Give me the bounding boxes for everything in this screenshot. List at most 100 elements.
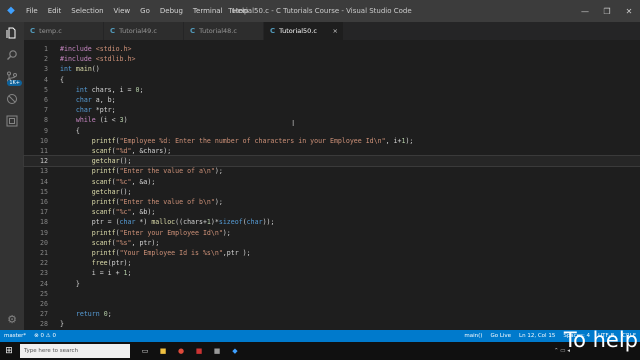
menu-file[interactable]: File xyxy=(21,7,43,15)
line-number: 22 xyxy=(40,259,48,268)
window-controls: — ❐ ✕ xyxy=(574,7,640,16)
menu-go[interactable]: Go xyxy=(135,7,155,15)
code-line[interactable]: 13 printf("Enter the value of a\n"); xyxy=(24,166,640,176)
line-number: 10 xyxy=(40,136,48,145)
restore-button[interactable]: ❐ xyxy=(596,7,618,16)
code-line[interactable]: 25 xyxy=(24,289,640,299)
search-icon[interactable] xyxy=(0,44,24,66)
menu-view[interactable]: View xyxy=(109,7,136,15)
code-line[interactable]: 6 char a, b; xyxy=(24,95,640,105)
code-text: } xyxy=(60,320,64,329)
status-bar: master* ⊗ 0 ⚠ 0 main() Go Live Ln 12, Co… xyxy=(0,330,640,342)
problems-indicator[interactable]: ⊗ 0 ⚠ 0 xyxy=(30,333,60,339)
code-line[interactable]: 8 while (i < 3) xyxy=(24,115,640,125)
menu-bar: File Edit Selection View Go Debug Termin… xyxy=(21,7,253,15)
app-icon[interactable]: ■ xyxy=(190,347,208,355)
tab-temp-c[interactable]: C temp.c xyxy=(24,22,104,40)
code-line[interactable]: 28} xyxy=(24,319,640,329)
code-text: int chars, i = 0; xyxy=(75,85,144,94)
windows-taskbar: ⊞ Type here to search ▭ ■ ● ■ ■ ◆ ⌃ ▭ ◂ xyxy=(0,342,640,360)
vscode-taskbar-icon[interactable]: ◆ xyxy=(226,347,244,355)
code-text: #include <stdlib.h> xyxy=(60,55,136,64)
tab-tutorial48-c[interactable]: C Tutorial48.c xyxy=(184,22,264,40)
line-number: 25 xyxy=(40,289,48,298)
cursor-position[interactable]: Ln 12, Col 15 xyxy=(515,333,559,339)
code-text: i = i + 1; xyxy=(60,269,132,278)
file-explorer-icon[interactable]: ■ xyxy=(154,347,172,355)
code-line[interactable]: 3 int main() xyxy=(24,64,640,74)
line-number: 15 xyxy=(40,187,48,196)
line-number: 4 xyxy=(44,75,48,84)
code-line[interactable]: 14 scanf("%c", &a); xyxy=(24,177,640,187)
current-function: main() xyxy=(464,333,483,339)
code-editor[interactable]: 1 #include <stdio.h> 2 #include <stdlib.h> 3… xyxy=(23,40,640,330)
vscode-logo-icon: ◆ xyxy=(7,5,15,16)
go-live-button[interactable]: Go Live xyxy=(486,333,515,339)
code-line[interactable]: 22 free(ptr); xyxy=(24,258,640,268)
code-line[interactable]: 1 #include <stdio.h> xyxy=(24,44,640,54)
code-text: free(ptr); xyxy=(91,259,132,268)
line-number: 20 xyxy=(40,238,48,247)
text-cursor-icon: I xyxy=(292,119,295,128)
line-number: 9 xyxy=(44,126,48,135)
explorer-icon[interactable] xyxy=(0,22,24,44)
code-text: printf("Enter the value of b\n"); xyxy=(91,198,223,206)
line-number: 19 xyxy=(40,228,48,237)
code-line[interactable]: 23 i = i + 1; xyxy=(24,268,640,278)
code-line[interactable]: 27 return 0; xyxy=(24,309,640,319)
line-number: 8 xyxy=(44,116,48,125)
code-text: scanf("%d", &chars); xyxy=(91,147,172,155)
extensions-icon[interactable] xyxy=(0,110,24,132)
code-text: int main() xyxy=(60,65,100,74)
settings-gear-icon[interactable]: ⚙ xyxy=(0,313,24,326)
code-line[interactable]: 4{ xyxy=(24,75,640,85)
code-line[interactable]: 21 printf("Your Employee Id is %s\n",ptr… xyxy=(24,248,640,258)
code-line[interactable]: 12 getchar(); xyxy=(23,155,640,168)
menu-edit[interactable]: Edit xyxy=(43,7,67,15)
taskbar-apps: ▭ ■ ● ■ ■ ◆ xyxy=(136,347,244,355)
debug-icon[interactable] xyxy=(0,88,24,110)
task-view-icon[interactable]: ▭ xyxy=(136,347,154,355)
line-number: 6 xyxy=(44,96,48,104)
minimize-button[interactable]: — xyxy=(574,7,596,16)
code-line[interactable]: 15 getchar(); xyxy=(24,187,640,197)
code-line[interactable]: 5 int chars, i = 0; xyxy=(24,85,640,95)
code-line[interactable]: 18 ptr = (char *) malloc((chars+1)*sizeo… xyxy=(24,217,640,227)
code-line[interactable]: 7 char *ptr; xyxy=(24,105,640,115)
code-line[interactable]: 24 } xyxy=(24,279,640,289)
line-number: 5 xyxy=(44,85,48,94)
code-text: { xyxy=(60,75,64,84)
code-line[interactable]: 11 scanf("%d", &chars); xyxy=(24,146,640,156)
close-tab-icon[interactable]: × xyxy=(333,27,338,35)
c-file-icon: C xyxy=(110,27,116,35)
code-line[interactable]: 19 printf("Enter your Employee Id\n"); xyxy=(24,228,640,238)
activity-bar: 1K+ ⚙ xyxy=(0,22,24,330)
line-number: 2 xyxy=(44,55,48,64)
code-line[interactable]: 17 scanf("%c", &b); xyxy=(24,207,640,217)
menu-debug[interactable]: Debug xyxy=(155,7,188,15)
code-text: printf("Employee %d: Enter the number of… xyxy=(91,136,414,145)
tab-tutorial49-c[interactable]: C Tutorial49.c xyxy=(104,22,184,40)
code-line[interactable]: 9 { xyxy=(24,126,640,136)
menu-selection[interactable]: Selection xyxy=(66,7,108,15)
code-text: scanf("%c", &a); xyxy=(91,177,156,186)
menu-help[interactable]: Help xyxy=(228,7,254,15)
close-button[interactable]: ✕ xyxy=(618,7,640,16)
chrome-icon[interactable]: ● xyxy=(172,347,190,355)
line-number: 7 xyxy=(44,106,48,115)
tab-tutorial50-c[interactable]: C Tutorial50.c × xyxy=(264,22,344,40)
branch-indicator[interactable]: master* xyxy=(0,333,30,339)
code-line[interactable]: 16 printf("Enter the value of b\n"); xyxy=(24,197,640,207)
menu-terminal[interactable]: Terminal xyxy=(188,7,228,15)
code-line[interactable]: 26 xyxy=(24,299,640,309)
source-control-icon[interactable]: 1K+ xyxy=(0,66,24,88)
code-line[interactable]: 10 printf("Employee %d: Enter the number… xyxy=(24,136,640,146)
taskbar-search-input[interactable]: Type here to search xyxy=(20,344,130,358)
code-line[interactable]: 2 #include <stdlib.h> xyxy=(24,54,640,64)
video-caption: To help xyxy=(563,328,638,352)
editor-tabs: C temp.c C Tutorial49.c C Tutorial48.c C… xyxy=(24,22,640,40)
app-icon-2[interactable]: ■ xyxy=(208,347,226,355)
windows-start-icon[interactable]: ⊞ xyxy=(0,346,18,356)
line-number: 11 xyxy=(40,147,48,155)
code-line[interactable]: 20 scanf("%s", ptr); xyxy=(24,238,640,248)
